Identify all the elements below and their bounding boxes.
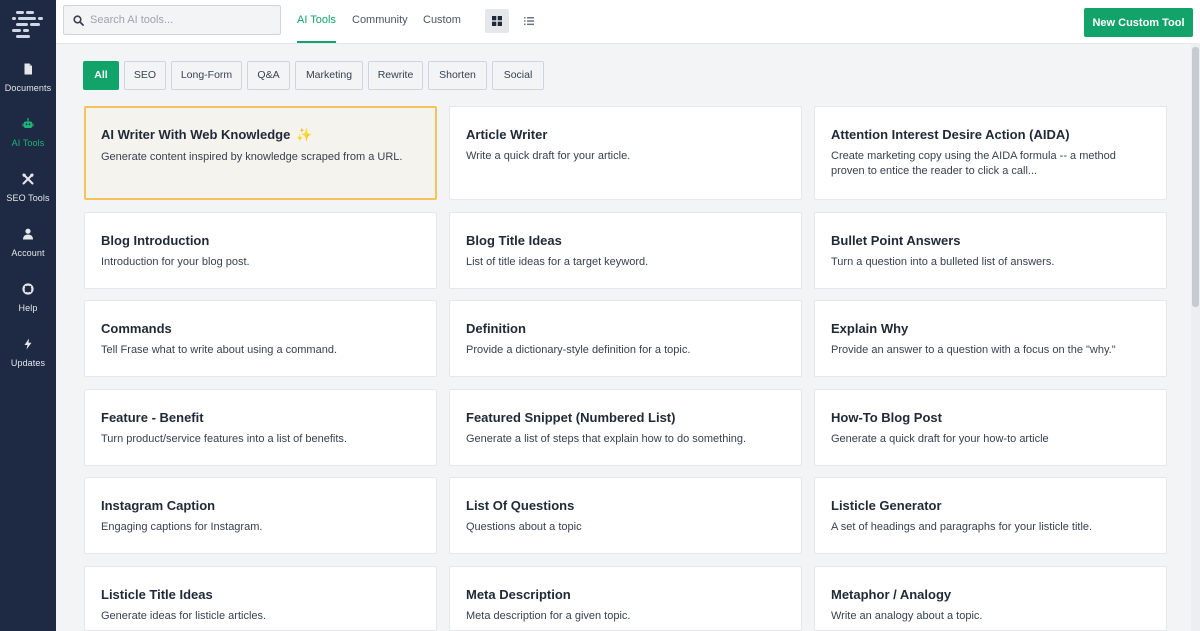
tool-title: Blog Title Ideas [466,233,562,248]
tool-title: Definition [466,321,526,336]
sidebar-item-help[interactable]: Help [0,283,56,333]
tool-description: A set of headings and paragraphs for you… [831,521,1093,533]
filter-qa[interactable]: Q&A [247,61,290,90]
list-icon [524,17,534,26]
sidebar-item-ai-tools[interactable]: AI Tools [0,118,56,168]
tool-title: Bullet Point Answers [831,233,961,248]
tool-description: Turn a question into a bulleted list of … [831,256,1055,268]
tool-card-article-writer[interactable]: Article Writer Write a quick draft for y… [449,106,802,200]
tool-description: Engaging captions for Instagram. [101,521,263,533]
tool-description: Generate a quick draft for your how-to a… [831,433,1049,445]
tool-title: Featured Snippet (Numbered List) [466,410,676,425]
search-input[interactable] [90,6,276,34]
tool-title: How-To Blog Post [831,410,942,425]
sidebar: Documents AI Tools SEO Tools Account Hel… [0,0,56,631]
tool-description: Provide an answer to a question with a f… [831,344,1116,356]
tool-title: Attention Interest Desire Action (AIDA) [831,127,1070,142]
tool-description: Meta description for a given topic. [466,610,631,622]
tool-description: Generate a list of steps that explain ho… [466,433,747,445]
tool-title: Commands [101,321,172,336]
tool-card-explain-why[interactable]: Explain Why Provide an answer to a quest… [814,300,1167,377]
tool-title: Listicle Title Ideas [101,587,213,602]
top-bar: AI Tools Community Custom New Custom Too… [56,0,1200,44]
tool-description: Generate content inspired by knowledge s… [101,151,403,163]
tool-description: Write an analogy about a topic. [831,610,983,622]
tool-card-blog-title-ideas[interactable]: Blog Title Ideas List of title ideas for… [449,212,802,289]
tool-description: Tell Frase what to write about using a c… [101,344,338,356]
grid-view-button[interactable] [485,9,509,33]
tools-icon [22,173,34,185]
sidebar-item-label: Updates [10,358,46,368]
tool-title: Meta Description [466,587,571,602]
lifebuoy-icon [22,283,34,295]
tool-title: Listicle Generator [831,498,942,513]
tool-title: Article Writer [466,127,548,142]
sidebar-item-seo-tools[interactable]: SEO Tools [0,173,56,223]
tool-description: Generate ideas for listicle articles. [101,610,267,622]
tool-title: Feature - Benefit [101,410,204,425]
search-icon [73,15,84,26]
document-icon [24,63,32,75]
bolt-icon [24,338,32,350]
tool-title: Explain Why [831,321,909,336]
scrollbar-thumb[interactable] [1192,47,1199,307]
tool-card-meta-description[interactable]: Meta Description Meta description for a … [449,566,802,631]
tool-card-list-of-questions[interactable]: List Of Questions Questions about a topi… [449,477,802,554]
tab-ai-tools[interactable]: AI Tools [297,0,336,43]
sidebar-item-label: AI Tools [11,138,45,148]
filter-social[interactable]: Social [492,61,544,90]
sidebar-item-label: Documents [4,83,52,93]
tool-description: Introduction for your blog post. [101,256,250,268]
tool-title: Metaphor / Analogy [831,587,952,602]
tool-card-blog-introduction[interactable]: Blog Introduction Introduction for your … [84,212,437,289]
tool-card-feature-benefit[interactable]: Feature - Benefit Turn product/service f… [84,389,437,466]
filter-all[interactable]: All [83,61,119,90]
user-icon [23,228,33,240]
tool-description: Write a quick draft for your article. [466,150,631,162]
tool-card-how-to-blog-post[interactable]: How-To Blog Post Generate a quick draft … [814,389,1167,466]
tool-card-ai-writer-web-knowledge[interactable]: AI Writer With Web Knowledge ✨ Generate c… [84,106,437,200]
robot-icon [22,118,34,128]
sidebar-item-documents[interactable]: Documents [0,63,56,113]
sidebar-item-label: SEO Tools [6,193,50,203]
tool-card-commands[interactable]: Commands Tell Frase what to write about … [84,300,437,377]
tool-description: List of title ideas for a target keyword… [466,256,649,268]
sidebar-item-label: Help [18,303,38,313]
tool-title: AI Writer With Web Knowledge ✨ [101,127,313,142]
new-custom-tool-button[interactable]: New Custom Tool [1084,8,1193,37]
tool-title: List Of Questions [466,498,575,513]
list-view-button[interactable] [517,9,541,33]
sparkle-icon: ✨ [296,127,313,142]
tool-card-bullet-point-answers[interactable]: Bullet Point Answers Turn a question int… [814,212,1167,289]
filter-long-form[interactable]: Long-Form [171,61,242,90]
tool-title: Blog Introduction [101,233,210,248]
tab-community[interactable]: Community [352,0,408,43]
tool-card-instagram-caption[interactable]: Instagram Caption Engaging captions for … [84,477,437,554]
tool-card-featured-snippet[interactable]: Featured Snippet (Numbered List) Generat… [449,389,802,466]
tool-card-aida[interactable]: Attention Interest Desire Action (AIDA) … [814,106,1167,200]
tool-card-listicle-generator[interactable]: Listicle Generator A set of headings and… [814,477,1167,554]
sidebar-item-account[interactable]: Account [0,228,56,278]
tool-card-metaphor-analogy[interactable]: Metaphor / Analogy Write an analogy abou… [814,566,1167,631]
grid-icon [492,16,502,26]
sidebar-item-updates[interactable]: Updates [0,338,56,388]
search-box [63,5,281,35]
sidebar-item-label: Account [11,248,45,258]
tool-card-listicle-title-ideas[interactable]: Listicle Title Ideas Generate ideas for … [84,566,437,631]
filter-marketing[interactable]: Marketing [295,61,363,90]
tab-custom[interactable]: Custom [423,0,461,43]
filter-seo[interactable]: SEO [124,61,166,90]
tool-title: Instagram Caption [101,498,216,513]
tool-description: Create marketing copy using the AIDA for… [831,150,1116,177]
filter-rewrite[interactable]: Rewrite [368,61,423,90]
tool-card-definition[interactable]: Definition Provide a dictionary-style de… [449,300,802,377]
tool-description: Provide a dictionary-style definition fo… [466,344,691,356]
tool-description: Turn product/service features into a lis… [101,433,347,445]
frase-logo-icon[interactable] [11,8,45,42]
filter-shorten[interactable]: Shorten [428,61,487,90]
tool-description: Questions about a topic [466,521,582,533]
